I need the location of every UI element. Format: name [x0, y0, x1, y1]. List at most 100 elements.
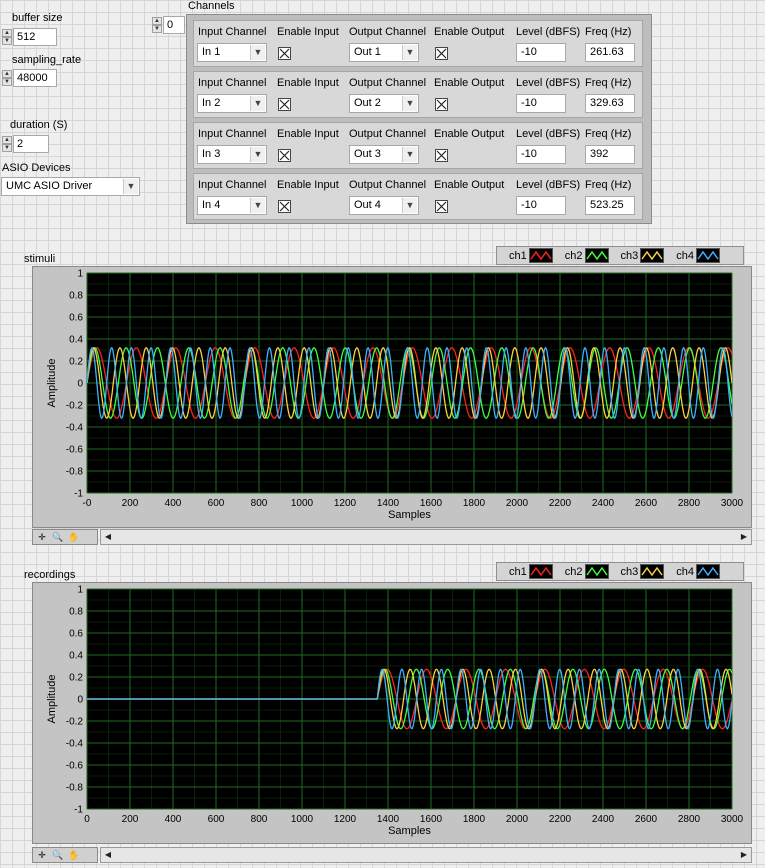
buffer-size-label: buffer size: [12, 12, 63, 24]
x-tick-label: 1000: [291, 498, 314, 509]
chevron-down-icon[interactable]: ▼: [402, 45, 417, 60]
sampling-rate-input[interactable]: 48000: [13, 69, 57, 87]
x-tick-label: 400: [165, 814, 182, 825]
output-channel-select[interactable]: Out 1 ▼: [349, 43, 419, 62]
level-input[interactable]: -10: [516, 145, 566, 164]
output-channel-value: Out 2: [354, 97, 381, 109]
chevron-down-icon[interactable]: ▼: [402, 198, 417, 213]
legend-item-ch2[interactable]: ch2: [553, 248, 609, 263]
x-tick-label: 2800: [678, 498, 701, 509]
legend-item-ch1[interactable]: ch1: [497, 564, 553, 579]
legend-item-ch3[interactable]: ch3: [609, 248, 665, 263]
input-channel-select[interactable]: In 4 ▼: [197, 196, 267, 215]
level-input[interactable]: -10: [516, 196, 566, 215]
zoom-icon[interactable]: 🔍: [51, 849, 65, 861]
buffer-size-input[interactable]: 512: [13, 28, 57, 46]
freq-input[interactable]: 329.63: [585, 94, 635, 113]
freq-input[interactable]: 523.25: [585, 196, 635, 215]
legend-item-ch1[interactable]: ch1: [497, 248, 553, 263]
x-tick-label: 2600: [635, 498, 658, 509]
freq-input[interactable]: 261.63: [585, 43, 635, 62]
level-input[interactable]: -10: [516, 43, 566, 62]
channel-row: Input Channel Enable Input Output Channel E…: [193, 71, 643, 118]
legend-label: ch4: [676, 249, 694, 262]
sampling-rate-label: sampling_rate: [12, 54, 82, 66]
recordings-legend[interactable]: ch1 ch2 ch3 ch4: [496, 562, 744, 581]
zoom-icon[interactable]: 🔍: [51, 531, 65, 543]
enable-input-checkbox[interactable]: [278, 47, 291, 60]
input-channel-value: In 2: [202, 97, 221, 109]
legend-line-swatch-icon: [528, 564, 553, 579]
output-channel-select[interactable]: Out 3 ▼: [349, 145, 419, 164]
input-channel-header: Input Channel: [198, 128, 267, 140]
output-channel-value: Out 3: [354, 148, 381, 160]
input-channel-select[interactable]: In 3 ▼: [197, 145, 267, 164]
chevron-down-icon[interactable]: ▼: [402, 147, 417, 162]
enable-output-header: Enable Output: [434, 77, 505, 89]
legend-item-ch3[interactable]: ch3: [609, 564, 665, 579]
sampling-rate-control[interactable]: ▲ ▼ 48000: [2, 69, 60, 87]
input-channel-select[interactable]: In 2 ▼: [197, 94, 267, 113]
y-axis-label: Amplitude: [46, 359, 58, 408]
enable-input-checkbox[interactable]: [278, 200, 291, 213]
y-tick-label: 0.2: [69, 357, 83, 368]
freq-input[interactable]: 392: [585, 145, 635, 164]
channels-index-control[interactable]: ▲ ▼ 0: [152, 16, 186, 34]
scroll-left-icon[interactable]: ◀: [101, 848, 115, 862]
output-channel-select[interactable]: Out 2 ▼: [349, 94, 419, 113]
legend-item-ch4[interactable]: ch4: [664, 564, 720, 579]
stimuli-legend[interactable]: ch1 ch2 ch3 ch4: [496, 246, 744, 265]
y-tick-label: -0.6: [66, 445, 84, 456]
output-channel-header: Output Channel: [349, 26, 427, 38]
legend-item-ch2[interactable]: ch2: [553, 564, 609, 579]
enable-output-header: Enable Output: [434, 179, 505, 191]
chevron-down-icon[interactable]: ▼: [250, 198, 265, 213]
duration-input[interactable]: 2: [13, 135, 49, 153]
enable-input-checkbox[interactable]: [278, 98, 291, 111]
scroll-right-icon[interactable]: ▶: [737, 848, 751, 862]
x-tick-label: 0: [84, 814, 90, 825]
input-channel-select[interactable]: In 1 ▼: [197, 43, 267, 62]
enable-input-checkbox[interactable]: [278, 149, 291, 162]
y-tick-label: 1: [77, 585, 83, 596]
cursor-icon[interactable]: ✛: [35, 531, 49, 543]
x-tick-label: 400: [165, 498, 182, 509]
level-input[interactable]: -10: [516, 94, 566, 113]
x-tick-label: 200: [122, 814, 139, 825]
spin-arrows-icon[interactable]: ▲ ▼: [2, 70, 12, 86]
recordings-scrollbar[interactable]: ◀ ▶: [100, 847, 752, 863]
chevron-down-icon[interactable]: ▼: [250, 96, 265, 111]
asio-devices-select[interactable]: UMC ASIO Driver ▼: [1, 177, 140, 196]
y-tick-label: 0.6: [69, 313, 83, 324]
chevron-down-icon[interactable]: ▼: [123, 179, 138, 194]
pan-icon[interactable]: ✋: [67, 849, 81, 861]
chevron-down-icon[interactable]: ▼: [250, 45, 265, 60]
scroll-left-icon[interactable]: ◀: [101, 530, 115, 544]
pan-icon[interactable]: ✋: [67, 531, 81, 543]
spin-arrows-icon[interactable]: ▲ ▼: [2, 136, 12, 152]
legend-line-swatch-icon: [696, 248, 720, 263]
x-tick-label: 600: [208, 498, 225, 509]
enable-output-checkbox[interactable]: [435, 98, 448, 111]
legend-item-ch4[interactable]: ch4: [664, 248, 720, 263]
legend-line-swatch-icon: [584, 248, 609, 263]
chevron-down-icon[interactable]: ▼: [402, 96, 417, 111]
output-channel-select[interactable]: Out 4 ▼: [349, 196, 419, 215]
enable-output-checkbox[interactable]: [435, 200, 448, 213]
stimuli-scrollbar[interactable]: ◀ ▶: [100, 529, 752, 545]
chevron-down-icon[interactable]: ▼: [250, 147, 265, 162]
spin-arrows-icon[interactable]: ▲ ▼: [152, 17, 162, 33]
x-tick-label: 2000: [506, 814, 529, 825]
x-tick-label: 1400: [377, 814, 400, 825]
buffer-size-control[interactable]: ▲ ▼ 512: [2, 28, 60, 46]
y-axis-label: Amplitude: [46, 675, 58, 724]
enable-output-checkbox[interactable]: [435, 149, 448, 162]
freq-header: Freq (Hz): [585, 26, 632, 38]
scroll-right-icon[interactable]: ▶: [737, 530, 751, 544]
duration-control[interactable]: ▲ ▼ 2: [2, 135, 50, 153]
level-header: Level (dBFS): [516, 77, 581, 89]
cursor-icon[interactable]: ✛: [35, 849, 49, 861]
channels-index-input[interactable]: 0: [163, 16, 185, 34]
enable-output-checkbox[interactable]: [435, 47, 448, 60]
spin-arrows-icon[interactable]: ▲ ▼: [2, 29, 12, 45]
